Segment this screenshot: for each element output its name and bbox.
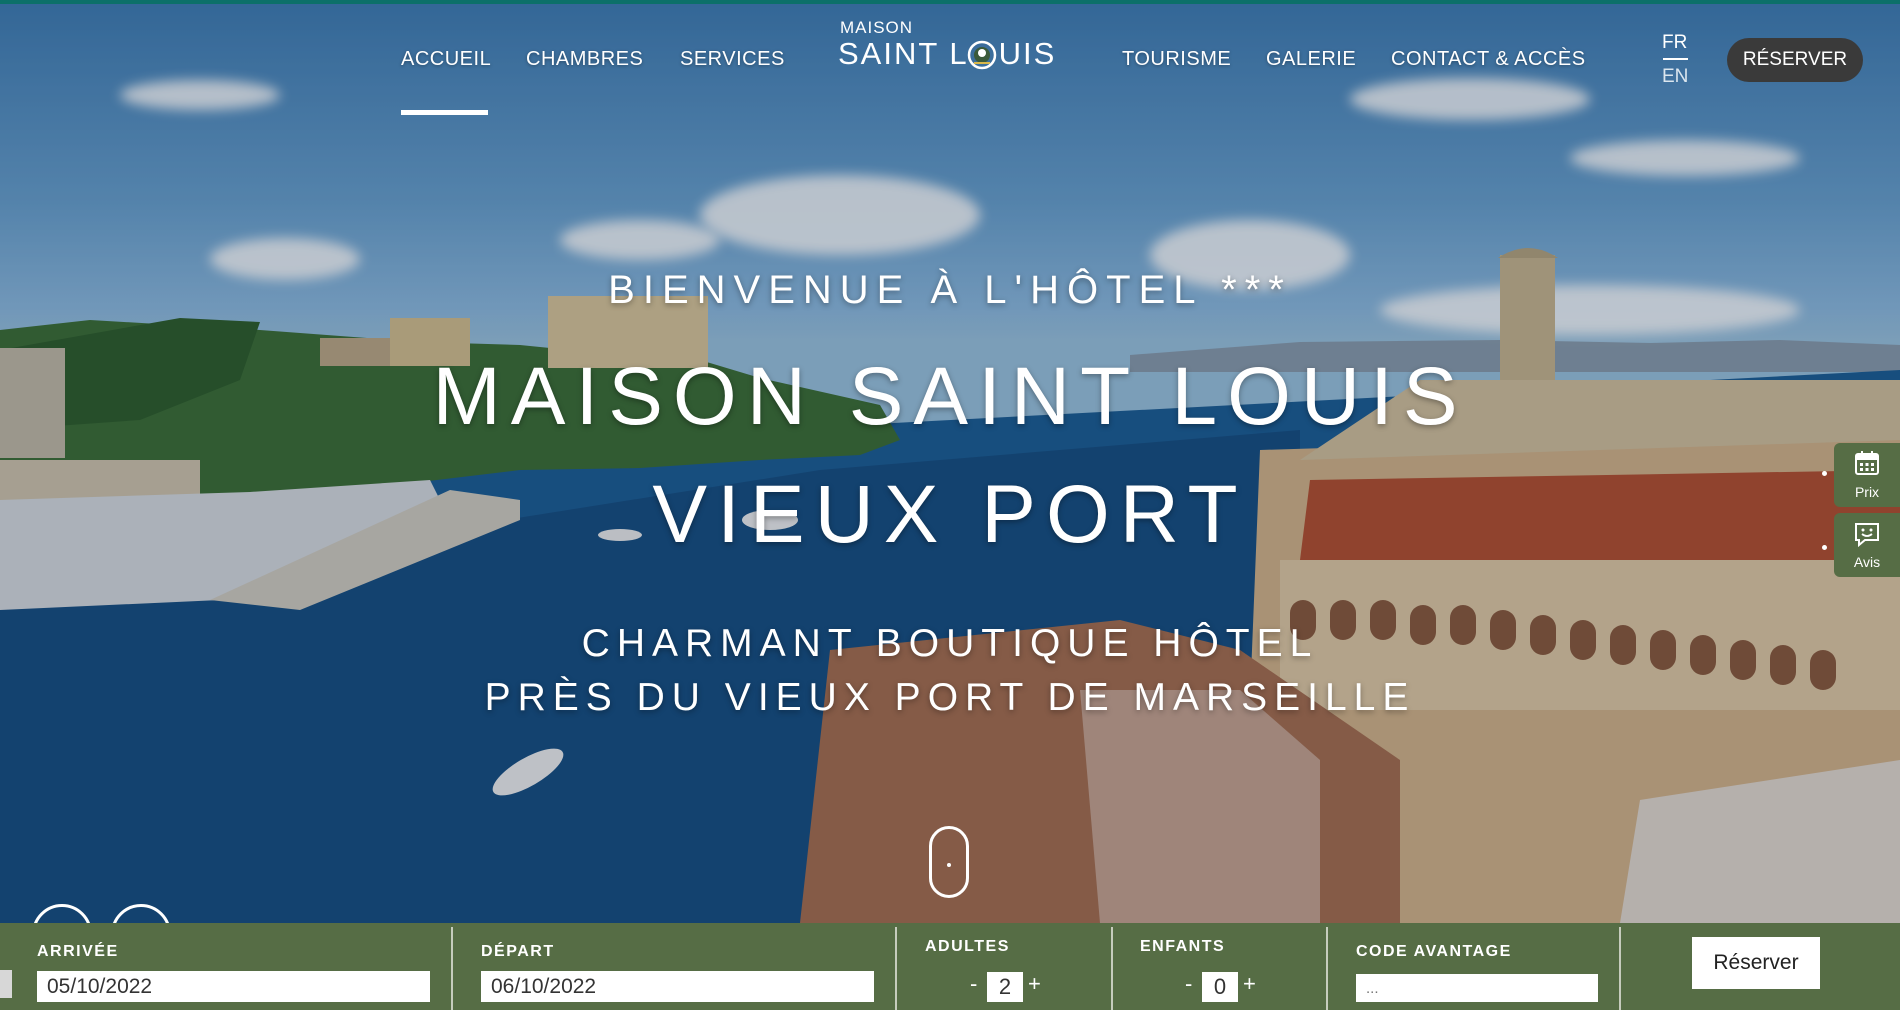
adults-plus-button[interactable]: + <box>1028 971 1041 997</box>
hero-background-image <box>0 0 1900 923</box>
nav-active-underline <box>401 110 488 115</box>
adults-count[interactable]: 2 <box>987 972 1023 1002</box>
calendar-icon <box>1855 451 1879 475</box>
departure-label: DÉPART <box>481 943 555 960</box>
departure-date-input[interactable] <box>481 971 874 1002</box>
hero-title-line-2: VIEUX PORT <box>652 469 1248 560</box>
children-count[interactable]: 0 <box>1202 972 1238 1002</box>
page: ACCUEIL CHAMBRES SERVICES MAISON SAINT L… <box>0 0 1900 1010</box>
side-widget-prix[interactable]: Prix <box>1834 443 1900 507</box>
hero-subtitle-line-1: CHARMANT BOUTIQUE HÔTEL <box>581 622 1319 665</box>
grid-handle-icon[interactable] <box>0 970 12 998</box>
booking-divider <box>1111 927 1113 1010</box>
hero-subtitle-line-2: PRÈS DU VIEUX PORT DE MARSEILLE <box>484 676 1416 719</box>
language-divider <box>1663 58 1688 60</box>
children-minus-button[interactable]: - <box>1185 971 1192 997</box>
booking-divider <box>1326 927 1328 1010</box>
logo-line-1: MAISON <box>840 18 914 37</box>
side-widget-avis-label: Avis <box>1853 554 1881 570</box>
arrival-date-input[interactable] <box>37 971 430 1002</box>
side-widget-prix-label: Prix <box>1854 484 1880 500</box>
children-label: ENFANTS <box>1140 938 1226 955</box>
arrival-label: ARRIVÉE <box>37 943 119 960</box>
logo-emblem-icon <box>967 40 997 70</box>
nav-item-services[interactable]: SERVICES <box>680 48 785 71</box>
scroll-mouse-wheel <box>947 863 951 867</box>
site-logo[interactable]: MAISON SAINT L UIS <box>838 18 1068 78</box>
booking-divider <box>1619 927 1621 1010</box>
nav-item-tourisme[interactable]: TOURISME <box>1122 48 1231 71</box>
language-fr[interactable]: FR <box>1662 32 1687 54</box>
hero-welcome-text: BIENVENUE À L'HÔTEL *** <box>608 268 1292 312</box>
smiley-chat-icon <box>1855 523 1879 547</box>
nav-item-accueil[interactable]: ACCUEIL <box>401 48 491 71</box>
adults-minus-button[interactable]: - <box>970 971 977 997</box>
booking-divider <box>451 927 453 1010</box>
side-indicator-dot <box>1822 545 1827 550</box>
language-en[interactable]: EN <box>1662 66 1688 88</box>
nav-item-contact-acces[interactable]: CONTACT & ACCÈS <box>1391 48 1586 71</box>
hero-dark-overlay <box>0 0 1900 923</box>
scroll-down-mouse-icon[interactable] <box>929 826 969 898</box>
booking-divider <box>895 927 897 1010</box>
hero-title-line-1: MAISON SAINT LOUIS <box>432 351 1468 442</box>
nav-item-chambres[interactable]: CHAMBRES <box>526 48 643 71</box>
side-indicator-dot <box>1822 471 1827 476</box>
header-reserve-button[interactable]: RÉSERVER <box>1727 38 1863 82</box>
adults-label: ADULTES <box>925 938 1010 955</box>
promo-code-input[interactable] <box>1356 974 1598 1002</box>
nav-item-galerie[interactable]: GALERIE <box>1266 48 1356 71</box>
children-plus-button[interactable]: + <box>1243 971 1256 997</box>
booking-bar: ARRIVÉE DÉPART ADULTES - 2 + ENFANTS - 0… <box>0 923 1900 1010</box>
promo-code-label: CODE AVANTAGE <box>1356 943 1512 960</box>
side-widget-avis[interactable]: Avis <box>1834 513 1900 577</box>
logo-line-2: SAINT L UIS <box>838 36 1057 71</box>
booking-reserve-button[interactable]: Réserver <box>1692 937 1820 989</box>
